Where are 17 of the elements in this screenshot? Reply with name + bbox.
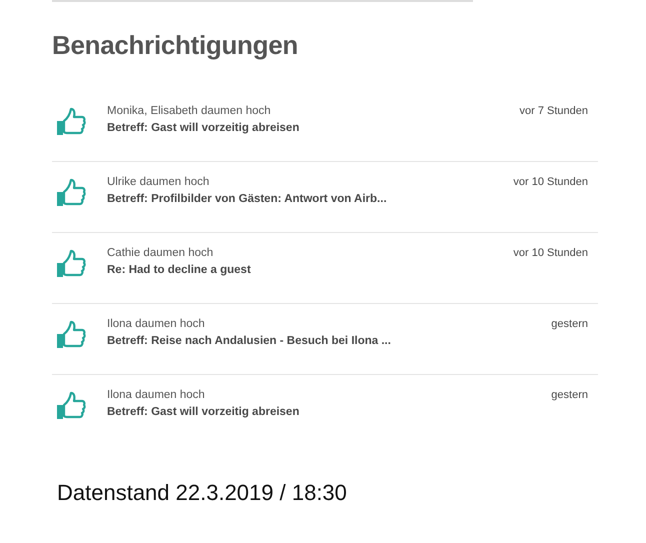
notification-sender: Monika, Elisabeth daumen hoch	[107, 104, 272, 120]
notification-time: vor 10 Stunden	[513, 246, 588, 262]
notification-subject[interactable]: Re: Had to decline a guest	[107, 262, 251, 280]
notification-time: vor 10 Stunden	[513, 175, 588, 190]
notification-subject[interactable]: Betreff: Gast will vorzeitig abreisen	[107, 120, 300, 138]
notification-sender: Ulrike daumen hoch	[107, 175, 210, 190]
notification-subject[interactable]: Betreff: Gast will vorzeitig abreisen	[107, 404, 300, 422]
notification-time: gestern	[551, 317, 588, 332]
notification-sender: Ilona daumen hoch	[107, 317, 206, 332]
page-heading: Benachrichtigungen	[52, 30, 299, 62]
notification-subject[interactable]: Betreff: Profilbilder von Gästen: Antwort von Airb...	[107, 191, 387, 208]
notification-time: gestern	[551, 388, 588, 404]
notification-subject[interactable]: Betreff: Reise nach Andalusien - Besuch bei Ilona ...	[107, 333, 391, 350]
data-timestamp: Datenstand 22.3.2019 / 18:30	[57, 479, 348, 508]
notification-time: vor 7 Stunden	[520, 104, 588, 120]
notification-sender: Ilona daumen hoch	[107, 388, 206, 404]
notification-sender: Cathie daumen hoch	[107, 246, 214, 262]
